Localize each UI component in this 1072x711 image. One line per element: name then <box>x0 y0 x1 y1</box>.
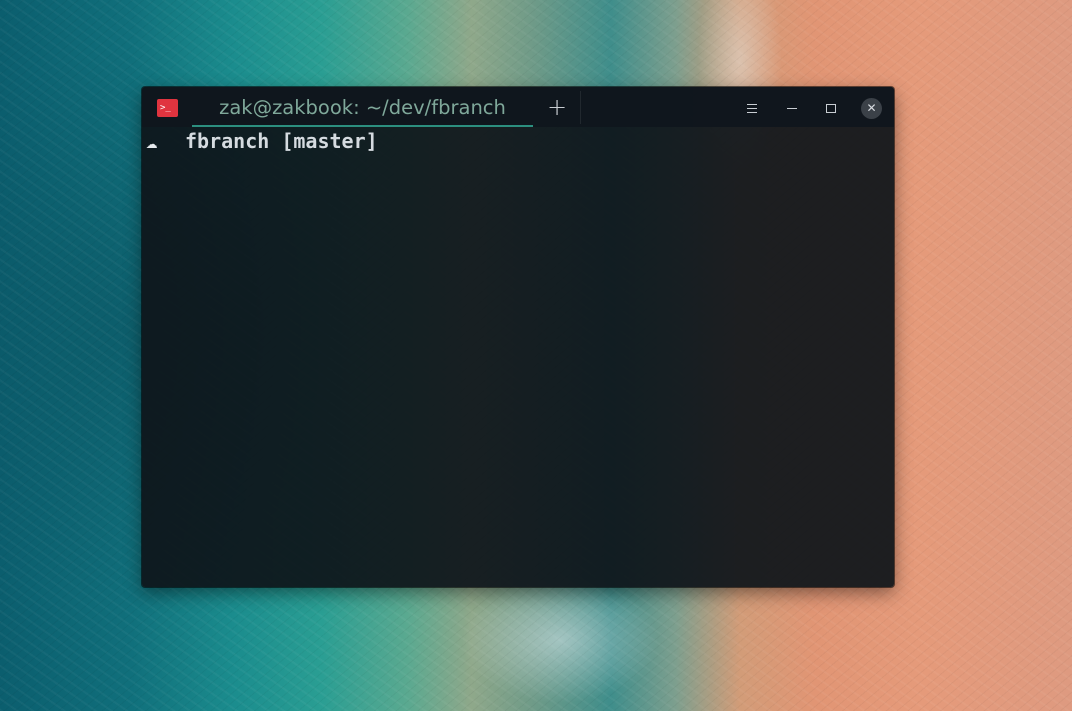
terminal-app-icon[interactable]: >_ <box>157 99 178 117</box>
new-tab-button[interactable]: + <box>544 95 570 121</box>
shell-prompt: ☁ fbranch [master] <box>146 128 378 154</box>
prompt-directory: fbranch <box>185 129 270 153</box>
terminal-app-icon-glyph: >_ <box>160 103 171 113</box>
cloud-icon: ☁ <box>146 131 158 153</box>
close-icon: ✕ <box>866 101 877 115</box>
menu-button[interactable] <box>741 97 763 119</box>
plus-icon: + <box>546 93 568 121</box>
terminal-window[interactable]: >_ zak@zakbook: ~/dev/fbranch + ✕ ☁ fbra… <box>142 87 894 587</box>
minimize-button[interactable] <box>781 97 803 119</box>
maximize-icon <box>826 104 836 113</box>
minimize-icon <box>787 108 797 109</box>
tab-active[interactable]: zak@zakbook: ~/dev/fbranch <box>192 87 533 127</box>
prompt-git-branch: [master] <box>281 129 378 153</box>
close-button[interactable]: ✕ <box>861 98 882 119</box>
tab-title: zak@zakbook: ~/dev/fbranch <box>219 96 506 119</box>
tab-separator <box>580 91 581 124</box>
maximize-button[interactable] <box>820 97 842 119</box>
terminal-output-area[interactable]: ☁ fbranch [master] <box>142 127 894 587</box>
title-bar[interactable]: >_ zak@zakbook: ~/dev/fbranch + ✕ <box>142 87 894 127</box>
